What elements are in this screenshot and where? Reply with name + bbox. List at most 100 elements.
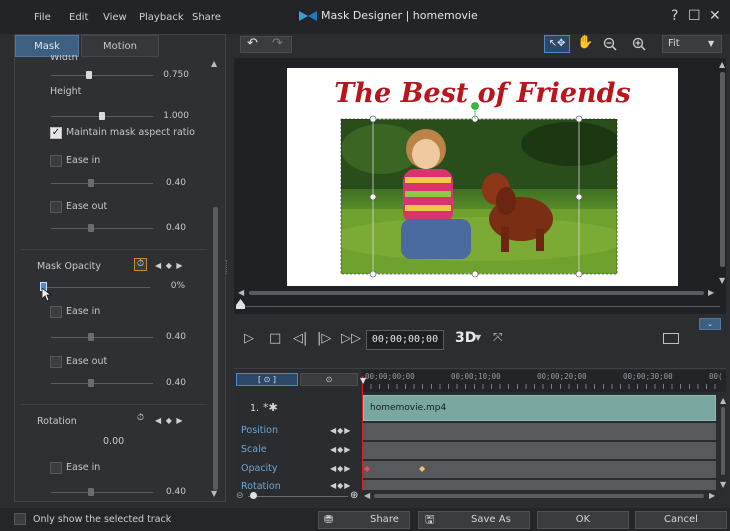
- close-icon[interactable]: ✕: [709, 8, 721, 24]
- only-selected-track-checkbox[interactable]: [14, 513, 26, 525]
- rotation-keyframe-nav[interactable]: ◀ ◆ ▶: [155, 416, 184, 425]
- scroll-down-icon[interactable]: ▼: [211, 489, 217, 498]
- preview-seek-knob[interactable]: [236, 299, 245, 309]
- keyframe-view-tab[interactable]: ⊙: [300, 373, 358, 386]
- opacity-ease-in-knob[interactable]: [88, 333, 94, 341]
- size-ease-in-slider[interactable]: [51, 183, 153, 184]
- opacity-ease-in-slider[interactable]: [51, 337, 153, 338]
- opacity-ease-in-value: 0.40: [165, 332, 186, 342]
- playhead-handle-icon[interactable]: ▼: [360, 376, 366, 385]
- select-move-tool-icon[interactable]: ↖✥: [544, 35, 570, 53]
- opacity-ease-out-knob[interactable]: [88, 379, 94, 387]
- cancel-button[interactable]: Cancel: [635, 511, 727, 529]
- preview-hscroll-thumb[interactable]: [249, 291, 704, 295]
- preview-vscroll-thumb[interactable]: [720, 72, 725, 267]
- rotation-ease-in-slider[interactable]: [51, 492, 153, 493]
- maintain-ratio-checkbox[interactable]: ✓: [50, 127, 62, 139]
- help-icon[interactable]: ?: [671, 8, 678, 24]
- size-ease-out-slider[interactable]: [51, 228, 153, 229]
- fast-forward-button[interactable]: ▷▷: [341, 331, 361, 346]
- tab-motion[interactable]: Motion: [81, 35, 159, 57]
- preview-scroll-up-icon[interactable]: ▲: [719, 60, 725, 69]
- opacity-ease-in-checkbox[interactable]: [50, 306, 62, 318]
- hand-tool-icon[interactable]: ✋: [577, 35, 593, 50]
- rotation-keyframe-nav[interactable]: ◀◆▶: [330, 482, 351, 490]
- video-track-icon: *✱: [263, 401, 278, 414]
- menu-share[interactable]: Share: [192, 12, 221, 23]
- width-label: Width: [50, 55, 78, 62]
- scroll-up-icon[interactable]: ▲: [211, 59, 217, 68]
- position-keyframe-track[interactable]: [363, 423, 716, 440]
- width-slider-knob[interactable]: [86, 71, 92, 79]
- ok-button[interactable]: OK: [537, 511, 629, 529]
- menu-view[interactable]: View: [103, 12, 127, 23]
- preview-window-icon[interactable]: [663, 333, 679, 344]
- width-slider-track[interactable]: [51, 75, 153, 76]
- opacity-keyframe-nav[interactable]: ◀◆▶: [330, 464, 351, 473]
- timeline-scroll-down-icon[interactable]: ▼: [720, 480, 726, 489]
- opacity-ease-out-checkbox[interactable]: [50, 356, 62, 368]
- timeline-scroll-up-icon[interactable]: ▲: [720, 396, 726, 405]
- opacity-keyframe-marker[interactable]: ◆: [419, 464, 425, 473]
- 3d-mode-dropdown-icon[interactable]: ▼: [475, 333, 481, 342]
- timeline-playhead[interactable]: [362, 376, 363, 490]
- timecode-display[interactable]: 00;00;00;00: [366, 330, 444, 350]
- opacity-slider-track[interactable]: [42, 287, 150, 288]
- opacity-keyframe-track[interactable]: [363, 461, 716, 478]
- previous-frame-button[interactable]: ◁|: [293, 331, 307, 346]
- scale-keyframe-track[interactable]: [363, 442, 716, 459]
- size-ease-in-label: Ease in: [66, 155, 101, 166]
- opacity-ease-out-slider[interactable]: [51, 383, 153, 384]
- position-keyframe-nav[interactable]: ◀◆▶: [330, 426, 351, 435]
- timeline-zoom-out-icon[interactable]: ⊖: [236, 491, 244, 501]
- panel-resize-handle[interactable]: [226, 260, 229, 274]
- size-ease-out-checkbox[interactable]: [50, 201, 62, 213]
- menu-file[interactable]: File: [34, 12, 51, 23]
- save-as-button[interactable]: 🖫 Save As: [418, 511, 530, 529]
- rotation-ease-in-knob[interactable]: [88, 488, 94, 496]
- panel-scrollbar-thumb[interactable]: [213, 207, 218, 490]
- menu-playback[interactable]: Playback: [139, 12, 184, 23]
- undo-icon[interactable]: ↶: [247, 36, 258, 51]
- timeline-scroll-right-icon[interactable]: ▶: [709, 491, 715, 500]
- rotation-keyframe-toggle-icon[interactable]: ⏱: [134, 413, 147, 426]
- zoom-out-icon[interactable]: [603, 37, 617, 51]
- tab-mask[interactable]: Mask: [15, 35, 79, 57]
- timeline-zoom-in-icon[interactable]: ⊕: [350, 490, 358, 501]
- redo-icon[interactable]: ↷: [272, 36, 283, 51]
- size-ease-in-checkbox[interactable]: [50, 155, 62, 167]
- opacity-keyframe-nav[interactable]: ◀ ◆ ▶: [155, 261, 184, 270]
- preview-scroll-down-icon[interactable]: ▼: [719, 276, 725, 285]
- timeline-scroll-left-icon[interactable]: ◀: [364, 491, 370, 500]
- rotation-ease-in-label: Ease in: [66, 462, 101, 473]
- opacity-keyframe-marker[interactable]: ◆: [364, 464, 370, 473]
- timeline-hscroll-thumb[interactable]: [374, 494, 704, 498]
- timeline-zoom-knob[interactable]: [250, 492, 257, 499]
- scale-keyframe-nav[interactable]: ◀◆▶: [330, 445, 351, 454]
- zoom-select[interactable]: Fit ▼: [662, 35, 722, 53]
- preview-scroll-left-icon[interactable]: ◀: [238, 288, 244, 297]
- timeline-zoom-slider[interactable]: [248, 496, 348, 497]
- size-ease-in-knob[interactable]: [88, 179, 94, 187]
- height-slider-knob[interactable]: [99, 112, 105, 120]
- 3d-mode-button[interactable]: 3D: [455, 330, 476, 346]
- rotation-ease-in-checkbox[interactable]: [50, 462, 62, 474]
- maximize-icon[interactable]: ☐: [688, 8, 701, 24]
- timeline-vscroll-thumb[interactable]: [721, 407, 725, 475]
- size-ease-out-knob[interactable]: [88, 224, 94, 232]
- menu-edit[interactable]: Edit: [69, 12, 88, 23]
- opacity-keyframe-toggle-icon[interactable]: ⏱: [134, 258, 147, 271]
- stop-button[interactable]: □: [269, 331, 281, 346]
- play-button[interactable]: ▷: [244, 331, 254, 346]
- zoom-in-icon[interactable]: [632, 37, 646, 51]
- preview-scroll-right-icon[interactable]: ▶: [708, 288, 714, 297]
- rotation-keyframe-track[interactable]: [363, 480, 716, 490]
- track-view-tab[interactable]: [ ⊙ ]: [236, 373, 298, 386]
- next-frame-button[interactable]: |▷: [317, 331, 331, 346]
- preview-seek-track[interactable]: [240, 306, 720, 307]
- maintain-ratio-label: Maintain mask aspect ratio: [66, 127, 195, 138]
- mask-bounding-box[interactable]: [335, 100, 625, 280]
- share-button[interactable]: ⛃ Share: [318, 511, 410, 529]
- expand-panel-icon[interactable]: ⌄: [699, 318, 721, 330]
- fullscreen-icon[interactable]: ⤧: [493, 330, 503, 345]
